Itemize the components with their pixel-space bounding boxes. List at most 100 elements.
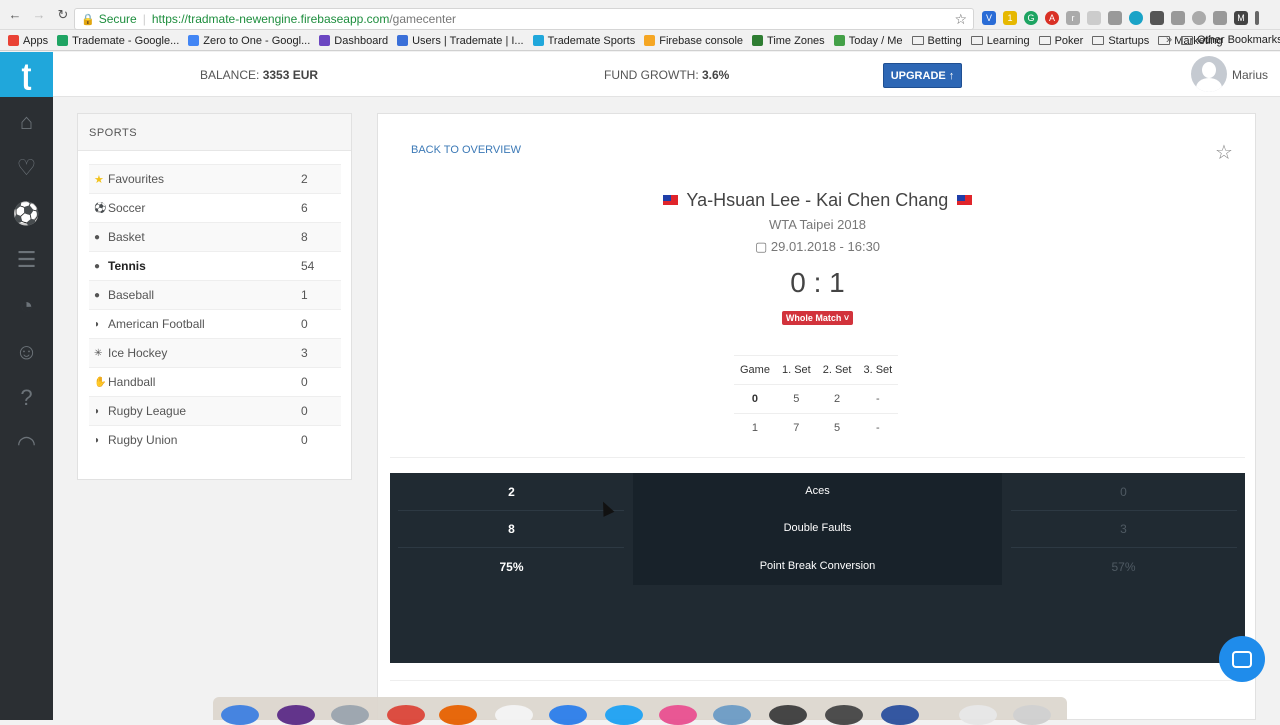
address-bar[interactable]: 🔒 Secure | https://tradmate-newengine.fi… bbox=[74, 8, 974, 30]
home-icon[interactable]: ⌂ bbox=[0, 99, 53, 145]
sport-item-handball[interactable]: ✋ Handball 0 bbox=[89, 367, 341, 396]
launchpad-icon[interactable] bbox=[331, 705, 369, 725]
app-icon[interactable] bbox=[881, 705, 919, 725]
username[interactable]: Marius bbox=[1232, 68, 1268, 82]
pie-chart-icon[interactable]: ◔ bbox=[0, 283, 53, 329]
trash-icon[interactable] bbox=[1013, 705, 1051, 725]
app-icon[interactable] bbox=[549, 705, 587, 725]
documents-icon[interactable] bbox=[959, 705, 997, 725]
sport-item-soccer[interactable]: ⚽ Soccer 6 bbox=[89, 193, 341, 222]
bookmark-apps[interactable]: Apps bbox=[8, 35, 48, 47]
firebase-icon bbox=[644, 35, 656, 46]
chat-button[interactable] bbox=[1219, 636, 1265, 682]
sets-header-game: Game bbox=[734, 355, 776, 385]
bookmarks-more-button[interactable]: » bbox=[1166, 34, 1172, 46]
speedometer-icon[interactable]: ◠ bbox=[0, 421, 53, 467]
upgrade-button[interactable]: UPGRADE ↑ bbox=[883, 63, 962, 88]
snowflake-icon: ✳ bbox=[94, 347, 103, 359]
soccer-ball-icon[interactable]: ⚽ bbox=[0, 191, 53, 237]
app-topbar: BALANCE: 3353 EUR FUND GROWTH: 3.6% UPGR… bbox=[53, 52, 1280, 97]
bookmark-star-icon[interactable]: ☆ bbox=[954, 11, 967, 28]
bookmark-time-zones[interactable]: Time Zones bbox=[752, 35, 825, 47]
divider bbox=[390, 457, 1245, 458]
clock-icon bbox=[752, 35, 764, 46]
folder-icon bbox=[1038, 36, 1051, 45]
heart-icon[interactable]: ♡ bbox=[0, 145, 53, 191]
tournament-name: WTA Taipei 2018 bbox=[768, 217, 867, 232]
baseball-icon: ● bbox=[94, 289, 101, 301]
extension-puzzle-icon[interactable] bbox=[1108, 11, 1122, 25]
help-icon[interactable]: ? bbox=[0, 375, 53, 421]
extension-pocket-icon[interactable] bbox=[1150, 11, 1164, 25]
firefox-icon[interactable] bbox=[439, 705, 477, 725]
url-host: https://tradmate-newengine.firebaseapp.c… bbox=[151, 12, 390, 26]
drive-icon bbox=[188, 35, 200, 46]
favourite-star-icon[interactable]: ☆ bbox=[1215, 140, 1233, 165]
bookmark-dashboard[interactable]: Dashboard bbox=[319, 35, 388, 47]
sport-item-ice-hockey[interactable]: ✳ Ice Hockey 3 bbox=[89, 338, 341, 367]
sport-item-tennis[interactable]: ● Tennis 54 bbox=[89, 251, 341, 280]
finder-icon[interactable] bbox=[221, 705, 259, 725]
sport-item-baseball[interactable]: ● Baseball 1 bbox=[89, 280, 341, 309]
bookmark-folder-startups[interactable]: Startups bbox=[1092, 35, 1149, 47]
sport-item-american-football[interactable]: ◗ American Football 0 bbox=[89, 309, 341, 338]
dashboard-icon bbox=[319, 35, 331, 46]
trademate-logo-icon[interactable]: ʈ bbox=[0, 52, 53, 97]
rugby-ball-icon: ◗ bbox=[94, 405, 101, 417]
back-arrow-icon[interactable]: ← bbox=[6, 6, 24, 24]
back-to-overview-link[interactable]: BACK TO OVERVIEW bbox=[411, 144, 521, 156]
bookmark-folder-poker[interactable]: Poker bbox=[1038, 35, 1083, 47]
extension-abp-icon[interactable]: A bbox=[1045, 11, 1059, 25]
avatar[interactable] bbox=[1191, 56, 1227, 92]
extension-m-icon[interactable]: M bbox=[1234, 11, 1248, 25]
balance-value: 3353 EUR bbox=[262, 68, 319, 82]
mail-icon[interactable] bbox=[713, 705, 751, 725]
extension-r-icon[interactable]: r bbox=[1066, 11, 1080, 25]
extension-g-icon[interactable]: G bbox=[1024, 11, 1038, 25]
extension-grid-icon[interactable] bbox=[1087, 11, 1101, 25]
bookmark-today[interactable]: Today / Me bbox=[833, 35, 903, 47]
bookmark-firebase[interactable]: Firebase console bbox=[644, 35, 743, 47]
bookmark-zero-to-one[interactable]: Zero to One - Googl... bbox=[188, 35, 310, 47]
sport-item-basket[interactable]: ● Basket 8 bbox=[89, 222, 341, 251]
bookmark-trademate-google[interactable]: Trademate - Google... bbox=[57, 35, 179, 47]
extension-icons: V 1 G A r M bbox=[982, 11, 1259, 25]
sport-item-rugby-union[interactable]: ◗ Rugby Union 0 bbox=[89, 425, 341, 454]
bookmark-trademate-sports[interactable]: Trademate Sports bbox=[532, 35, 635, 47]
app-icon[interactable] bbox=[769, 705, 807, 725]
bookmark-folder-betting[interactable]: Betting bbox=[911, 35, 962, 47]
url-path: /gamecenter bbox=[389, 12, 457, 26]
extension-circle-icon[interactable] bbox=[1129, 11, 1143, 25]
extension-folder-icon[interactable]: 1 bbox=[1003, 11, 1017, 25]
match-players: Ya-Hsuan Lee - Kai Chen Chang bbox=[686, 190, 949, 210]
basketball-icon: ● bbox=[94, 231, 101, 243]
sport-item-rugby-league[interactable]: ◗ Rugby League 0 bbox=[89, 396, 341, 425]
list-icon[interactable]: ☰ bbox=[0, 237, 53, 283]
calendar-icon: ▢ bbox=[754, 239, 768, 254]
period-select-badge[interactable]: Whole Match ˅ bbox=[781, 311, 854, 325]
tennis-ball-icon: ● bbox=[94, 260, 101, 272]
sport-list: ★ Favourites 2 ⚽ Soccer 6 ● Basket 8 ● Tennis 54… bbox=[89, 164, 341, 454]
apps-icon bbox=[8, 35, 19, 46]
siri-icon[interactable] bbox=[277, 705, 315, 725]
users-icon[interactable]: ☺ bbox=[0, 329, 53, 375]
chrome-icon[interactable] bbox=[387, 705, 425, 725]
stat-row-double-faults: 8 Double Faults 3 bbox=[508, 522, 1127, 536]
extension-a-icon[interactable] bbox=[1192, 11, 1206, 25]
calendar-icon[interactable] bbox=[495, 705, 533, 725]
bookmark-folder-learning[interactable]: Learning bbox=[970, 35, 1030, 47]
sport-item-favourites[interactable]: ★ Favourites 2 bbox=[89, 164, 341, 193]
bookmark-users[interactable]: Users | Trademate | I... bbox=[397, 35, 524, 47]
app-icon[interactable] bbox=[825, 705, 863, 725]
twitter-icon[interactable] bbox=[605, 705, 643, 725]
macos-dock bbox=[213, 697, 1067, 725]
app-icon[interactable] bbox=[659, 705, 697, 725]
forward-arrow-icon[interactable]: → bbox=[30, 6, 48, 24]
extension-circle2-icon[interactable] bbox=[1213, 11, 1227, 25]
browser-menu-icon[interactable] bbox=[1255, 11, 1259, 25]
extension-v-icon[interactable]: V bbox=[982, 11, 996, 25]
diamond-icon bbox=[833, 35, 845, 46]
bookmark-other-bookmarks[interactable]: Other Bookmarks bbox=[1181, 34, 1280, 46]
extension-brush-icon[interactable] bbox=[1171, 11, 1185, 25]
reload-icon[interactable]: ↻ bbox=[54, 6, 72, 24]
